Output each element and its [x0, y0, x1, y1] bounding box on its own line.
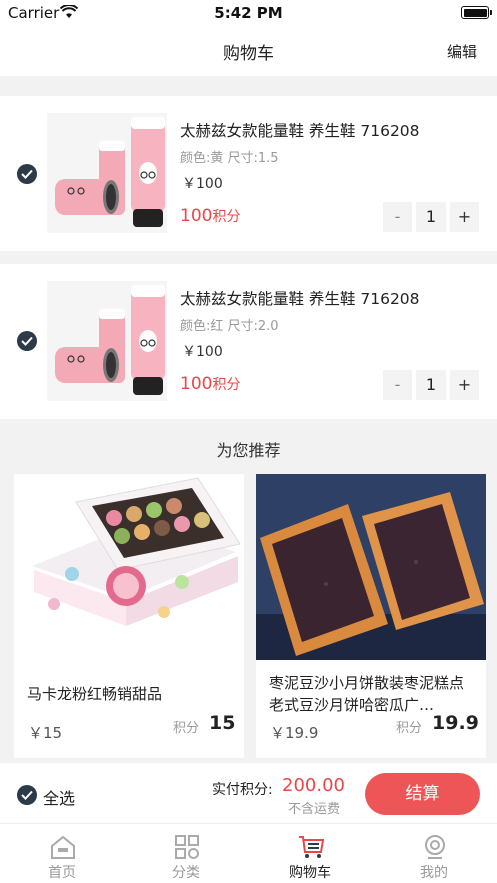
checkmark-icon: [21, 336, 33, 346]
item-checkbox[interactable]: [17, 164, 37, 184]
cart-item: 太赫兹女款能量鞋 养生鞋 716208 颜色:红 尺寸:2.0 ￥100 100…: [0, 264, 497, 419]
checkout-bar: 全选 实付积分: 200.00 不含运费 结算: [0, 763, 497, 823]
home-icon: [51, 835, 75, 859]
profile-icon: [425, 835, 445, 859]
recommend-price: ￥19.9: [270, 724, 319, 742]
product-title[interactable]: 太赫兹女款能量鞋 养生鞋 716208: [180, 287, 420, 309]
recommend-image: [256, 474, 486, 660]
checkmark-icon: [21, 790, 33, 800]
product-spec: 颜色:红 尺寸:2.0: [180, 319, 279, 334]
tab-label: 首页: [48, 865, 76, 881]
shipping-note: 不含运费: [288, 802, 341, 817]
checkout-button[interactable]: 结算: [365, 773, 480, 815]
recommend-points-value: 15: [209, 712, 236, 734]
status-time: 5:42 PM: [214, 4, 283, 22]
recommend-points-value: 19.9: [432, 712, 479, 734]
quantity-value[interactable]: 1: [416, 202, 446, 232]
tab-label: 分类: [172, 865, 200, 881]
recommend-points-label: 积分: [173, 721, 200, 736]
points-value: 100: [180, 374, 213, 394]
points-unit: 积分: [212, 209, 241, 225]
total-value: 200.00: [282, 775, 345, 796]
recommend-name[interactable]: 枣泥豆沙小月饼散装枣泥糕点老式豆沙月饼哈密瓜广…: [269, 672, 476, 716]
quantity-value[interactable]: 1: [416, 370, 446, 400]
product-points: 100积分: [180, 374, 240, 394]
decrement-button[interactable]: -: [383, 370, 412, 400]
tab-label: 我的: [420, 865, 448, 881]
total-label: 实付积分:: [212, 782, 273, 798]
category-icon: [175, 835, 199, 859]
product-price: ￥100: [182, 176, 223, 192]
recommend-price: ￥15: [28, 724, 63, 742]
recommend-card[interactable]: 枣泥豆沙小月饼散装枣泥糕点老式豆沙月饼哈密瓜广… ￥19.9 积分 19.9: [256, 474, 486, 758]
product-points: 100积分: [180, 206, 240, 226]
cart-item: 太赫兹女款能量鞋 养生鞋 716208 颜色:黄 尺寸:1.5 ￥100 100…: [0, 96, 497, 251]
product-price: ￥100: [182, 344, 223, 360]
recommend-points-label: 积分: [396, 721, 423, 736]
recommend-title: 为您推荐: [216, 441, 281, 460]
product-image[interactable]: [47, 281, 167, 401]
macaron-box-image: [14, 474, 244, 660]
cart-icon: [299, 836, 324, 858]
recommend-card[interactable]: 马卡龙粉红畅销甜品 ￥15 积分 15: [14, 474, 244, 758]
quantity-stepper: - 1 +: [383, 202, 479, 232]
product-image[interactable]: [47, 113, 167, 233]
thermos-bottle-image: [47, 113, 167, 233]
increment-button[interactable]: +: [450, 202, 479, 232]
select-all-label[interactable]: 全选: [43, 785, 75, 809]
points-unit: 积分: [212, 377, 241, 393]
tab-home[interactable]: 首页: [0, 824, 124, 883]
increment-button[interactable]: +: [450, 370, 479, 400]
product-title[interactable]: 太赫兹女款能量鞋 养生鞋 716208: [180, 119, 420, 141]
page-title: 购物车: [223, 44, 274, 64]
quantity-stepper: - 1 +: [383, 370, 479, 400]
tab-category[interactable]: 分类: [124, 824, 248, 883]
edit-button[interactable]: 编辑: [447, 41, 477, 62]
thermos-bottle-image: [47, 281, 167, 401]
points-value: 100: [180, 206, 213, 226]
product-spec: 颜色:黄 尺寸:1.5: [180, 151, 279, 166]
select-all-checkbox[interactable]: [17, 785, 37, 805]
decrement-button[interactable]: -: [383, 202, 412, 232]
status-bar: Carrier 5:42 PM: [0, 0, 497, 26]
tab-cart[interactable]: 购物车: [248, 824, 372, 883]
item-checkbox[interactable]: [17, 331, 37, 351]
battery-icon: [461, 6, 492, 19]
tab-label: 购物车: [289, 865, 331, 881]
nav-bar: 购物车 编辑: [0, 26, 497, 76]
recommend-name[interactable]: 马卡龙粉红畅销甜品: [27, 683, 234, 705]
recommend-image: [14, 474, 244, 660]
mooncake-image: [256, 474, 486, 660]
checkmark-icon: [21, 169, 33, 179]
tab-profile[interactable]: 我的: [372, 824, 496, 883]
tab-bar: 首页 分类 购物车 我的: [0, 823, 497, 883]
